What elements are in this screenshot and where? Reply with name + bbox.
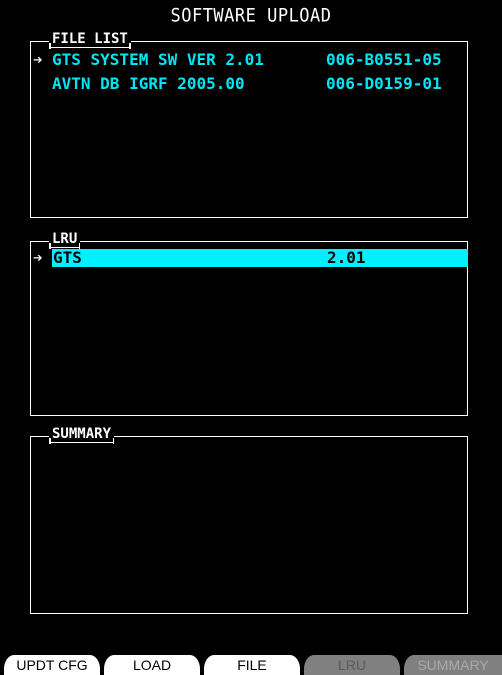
file-list-item[interactable]: AVTN DB IGRF 2005.00 006-D0159-01 <box>31 74 467 94</box>
lru-version: 2.01 <box>327 248 366 267</box>
selection-highlight <box>52 249 468 267</box>
summary-label: SUMMARY <box>49 426 115 444</box>
selection-arrow-icon: ➔ <box>33 248 43 267</box>
softkey-updt-cfg[interactable]: UPDT CFG <box>4 655 100 675</box>
softkey-summary[interactable]: SUMMARY <box>404 655 502 675</box>
softkey-lru[interactable]: LRU <box>304 655 400 675</box>
file-list-item[interactable]: ➔ GTS SYSTEM SW VER 2.01 006-B0551-05 <box>31 50 467 70</box>
file-name: GTS SYSTEM SW VER 2.01 <box>52 50 264 69</box>
file-list-label: FILE LIST <box>49 31 131 49</box>
lru-list-item[interactable]: ➔ GTS 2.01 <box>31 248 468 268</box>
lru-label: LRU <box>49 231 81 249</box>
summary-panel: SUMMARY <box>30 426 468 614</box>
file-part-number: 006-B0551-05 <box>326 50 442 69</box>
lru-name: GTS <box>53 248 82 267</box>
softkey-bar: UPDT CFG LOAD FILE LRU SUMMARY <box>0 655 502 675</box>
softkey-load[interactable]: LOAD <box>104 655 200 675</box>
softkey-file[interactable]: FILE <box>204 655 300 675</box>
lru-panel: LRU ➔ GTS 2.01 <box>30 231 468 416</box>
file-name: AVTN DB IGRF 2005.00 <box>52 74 245 93</box>
selection-arrow-icon: ➔ <box>33 50 43 69</box>
file-part-number: 006-D0159-01 <box>326 74 442 93</box>
file-list-panel: FILE LIST ➔ GTS SYSTEM SW VER 2.01 006-B… <box>30 31 468 218</box>
page-title: SOFTWARE UPLOAD <box>170 5 332 27</box>
